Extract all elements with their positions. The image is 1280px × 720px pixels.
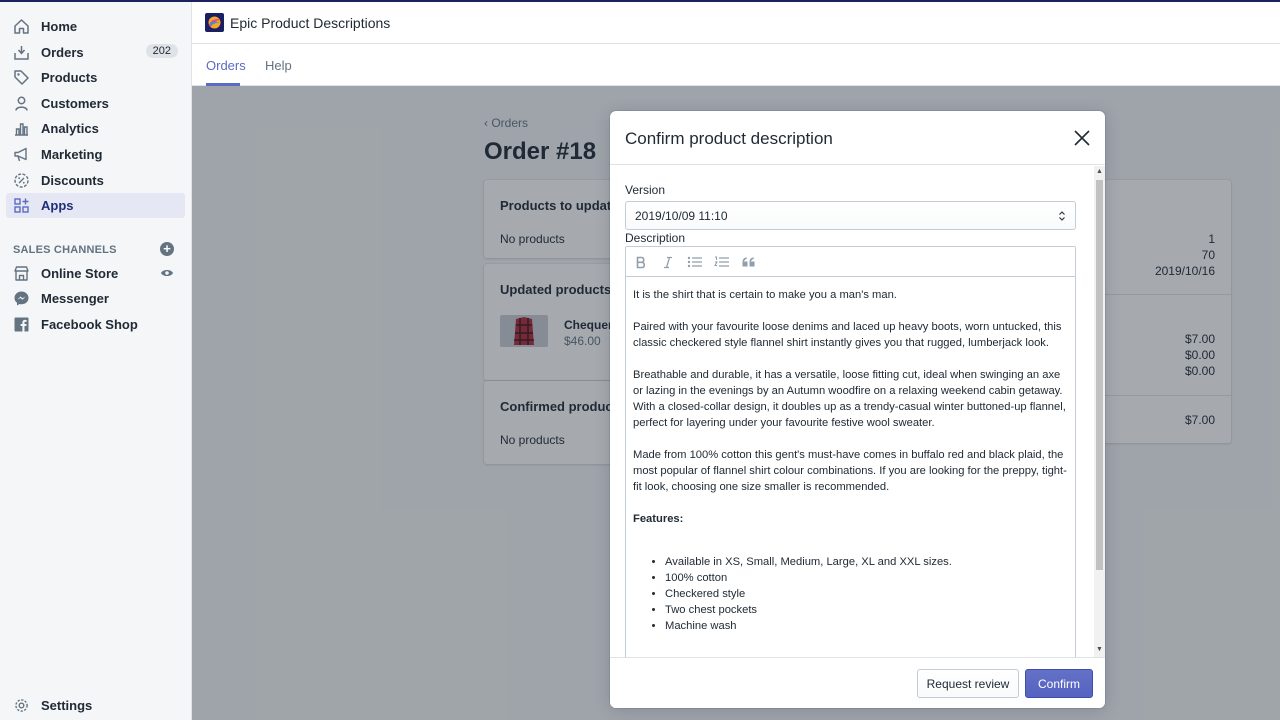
sidebar-item-home[interactable]: Home: [6, 14, 185, 39]
list-item: Two chest pockets: [665, 602, 1073, 618]
description-paragraph: Made from 100% cotton this gent's must-h…: [633, 449, 1067, 493]
sidebar-item-settings[interactable]: Settings: [6, 693, 185, 718]
tab-help[interactable]: Help: [265, 58, 292, 73]
sidebar: Home Orders 202 Products Customers Analy…: [0, 2, 192, 720]
scroll-down-arrow-icon[interactable]: ▼: [1096, 646, 1103, 654]
sidebar-item-label: Settings: [41, 698, 93, 713]
modal-footer: Request review Confirm: [610, 657, 1105, 708]
version-label: Version: [625, 183, 666, 197]
italic-icon: [664, 256, 672, 268]
app-tabs: Orders Help: [192, 44, 1280, 86]
features-list: Available in XS, Small, Medium, Large, X…: [633, 554, 1073, 634]
megaphone-icon: [12, 145, 30, 163]
bar-chart-icon: [12, 119, 30, 137]
confirm-button[interactable]: Confirm: [1025, 669, 1093, 698]
tab-orders[interactable]: Orders: [206, 58, 246, 73]
sidebar-item-marketing[interactable]: Marketing: [6, 142, 185, 167]
scroll-up-arrow-icon[interactable]: ▲: [1096, 168, 1103, 176]
scrollbar-thumb[interactable]: [1096, 180, 1103, 570]
description-label: Description: [625, 231, 686, 245]
sidebar-item-messenger[interactable]: Messenger: [6, 286, 185, 311]
sidebar-item-label: Facebook Shop: [41, 317, 138, 332]
list-item: Available in XS, Small, Medium, Large, X…: [665, 554, 1073, 570]
sidebar-item-label: Online Store: [41, 266, 119, 281]
sidebar-item-label: Analytics: [41, 121, 99, 136]
sidebar-item-discounts[interactable]: Discounts: [6, 168, 185, 193]
sidebar-item-apps[interactable]: Apps: [6, 193, 185, 218]
numbered-list-button[interactable]: [713, 254, 731, 270]
add-sales-channel-button[interactable]: +: [160, 242, 174, 256]
sidebar-item-facebook-shop[interactable]: Facebook Shop: [6, 312, 185, 337]
gear-icon: [12, 696, 30, 714]
description-paragraph: Breathable and durable, it has a versati…: [633, 369, 1066, 429]
app-logo: [205, 13, 224, 32]
tag-icon: [12, 68, 30, 86]
sidebar-item-label: Orders: [41, 45, 84, 60]
modal-body: Version 2019/10/09 11:10 Description It …: [610, 166, 1105, 657]
sales-channels-heading: SALES CHANNELS: [13, 244, 117, 256]
modal-scrollbar[interactable]: ▲ ▼: [1094, 166, 1105, 657]
bold-button[interactable]: [632, 254, 650, 270]
sidebar-item-label: Apps: [41, 198, 74, 213]
sidebar-item-analytics[interactable]: Analytics: [6, 116, 185, 141]
bullet-list-button[interactable]: [686, 254, 704, 270]
list-item: Machine wash: [665, 618, 1073, 634]
numbered-list-icon: [714, 256, 729, 267]
quote-icon: [742, 257, 755, 267]
blockquote-button[interactable]: [740, 254, 758, 270]
apps-icon: [12, 196, 30, 214]
sidebar-item-orders[interactable]: Orders 202: [6, 40, 185, 65]
select-arrows-icon: [1059, 211, 1065, 221]
sidebar-item-label: Messenger: [41, 291, 109, 306]
sidebar-item-customers[interactable]: Customers: [6, 91, 185, 116]
sidebar-item-label: Customers: [41, 96, 109, 111]
description-editor[interactable]: It is the shirt that is certain to make …: [625, 246, 1076, 657]
discount-icon: [12, 171, 30, 189]
orders-count-badge: 202: [145, 44, 178, 58]
sidebar-item-label: Discounts: [41, 173, 104, 188]
modal-header: Confirm product description: [610, 111, 1105, 165]
description-paragraph: It is the shirt that is certain to make …: [633, 289, 897, 301]
sidebar-item-label: Marketing: [41, 147, 103, 162]
sidebar-item-online-store[interactable]: Online Store: [6, 261, 185, 286]
close-button[interactable]: [1072, 128, 1092, 148]
sidebar-item-label: Products: [41, 70, 98, 85]
bullet-list-icon: [687, 256, 702, 268]
orders-icon: [12, 43, 30, 61]
facebook-icon: [12, 315, 30, 333]
modal-title: Confirm product description: [625, 129, 833, 148]
list-item: 100% cotton: [665, 570, 1073, 586]
bold-icon: [636, 256, 646, 268]
sidebar-item-label: Home: [41, 19, 78, 34]
description-content[interactable]: It is the shirt that is certain to make …: [633, 287, 1073, 634]
sidebar-item-products[interactable]: Products: [6, 65, 185, 90]
list-item: Checkered style: [665, 586, 1073, 602]
app-title: Epic Product Descriptions: [230, 15, 391, 31]
eye-icon[interactable]: [160, 266, 176, 282]
description-paragraph: Paired with your favourite loose denims …: [633, 321, 1062, 349]
editor-toolbar: [626, 247, 1075, 277]
version-value: 2019/10/09 11:10: [635, 209, 728, 223]
person-icon: [12, 94, 30, 112]
close-icon: [1074, 130, 1090, 146]
home-icon: [12, 17, 30, 35]
store-icon: [12, 264, 30, 282]
app-header: Epic Product Descriptions: [192, 2, 1280, 44]
italic-button[interactable]: [659, 254, 677, 270]
features-heading: Features:: [633, 513, 684, 525]
confirm-description-modal: Confirm product description Version 2019…: [610, 111, 1105, 708]
request-review-button[interactable]: Request review: [917, 669, 1019, 698]
messenger-icon: [12, 289, 30, 307]
version-select[interactable]: 2019/10/09 11:10: [625, 201, 1076, 230]
